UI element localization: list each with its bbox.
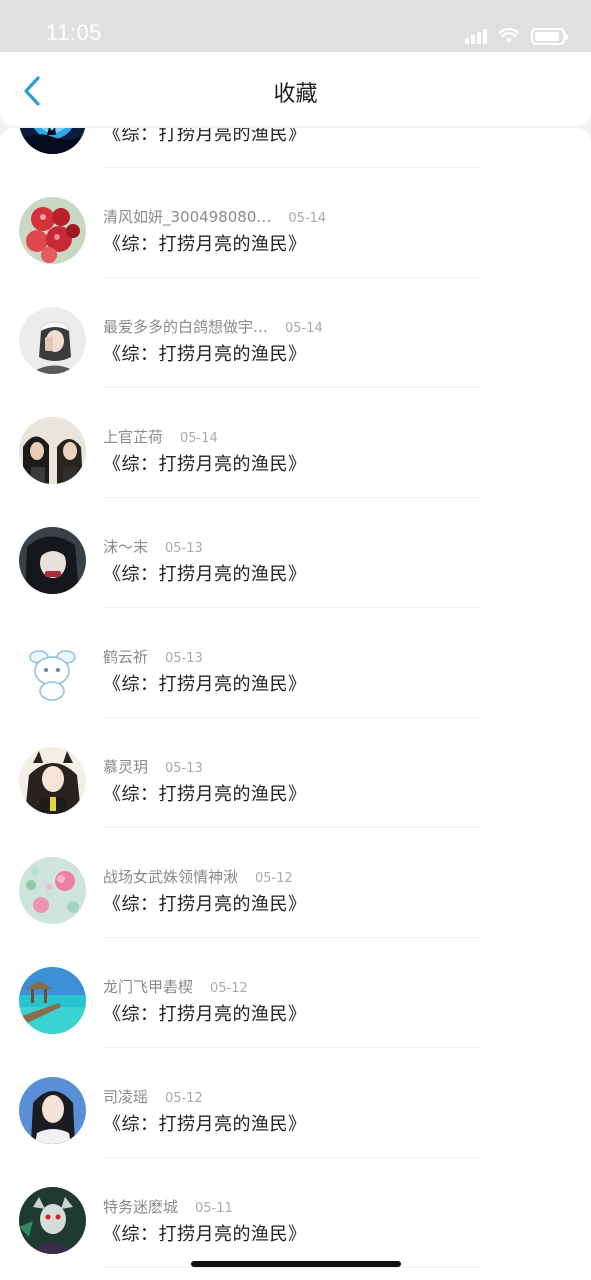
book-title[interactable]: 《综：打捞月亮的渔民》 — [103, 890, 307, 916]
list-item[interactable]: 司凌瑶 05-12 《综：打捞月亮的渔民》 — [0, 1048, 591, 1158]
page-title: 收藏 — [273, 82, 318, 107]
item-date: 05-13 — [165, 761, 203, 776]
book-title[interactable]: 《综：打捞月亮的渔民》 — [103, 1000, 307, 1026]
author-name[interactable]: 上官芷荷 — [103, 426, 163, 447]
book-title[interactable]: 《综：打捞月亮的渔民》 — [103, 128, 307, 146]
wifi-icon — [499, 28, 519, 43]
item-date: 05-13 — [165, 651, 203, 666]
item-meta: 慕灵玥 05-13 — [103, 756, 203, 777]
item-meta: 司凌瑶 05-12 — [103, 1086, 203, 1107]
item-date: 05-12 — [165, 1091, 203, 1106]
list-item[interactable]: 特务迷麽城 05-11 《综：打捞月亮的渔民》 — [0, 1158, 591, 1268]
book-title[interactable]: 《综：打捞月亮的渔民》 — [103, 230, 307, 256]
beach-pier-avatar[interactable] — [19, 967, 86, 1034]
author-name[interactable]: 司凌瑶 — [103, 1086, 148, 1107]
list-item[interactable]: 上官芷荷 05-14 《综：打捞月亮的渔民》 — [0, 388, 591, 498]
item-meta: 龙门飞甲砉楔 05-12 — [103, 976, 248, 997]
item-meta: 沫～末 05-13 — [103, 536, 203, 557]
home-indicator — [191, 1261, 401, 1267]
cartoon-bunny-avatar[interactable] — [19, 637, 86, 704]
status-icons — [465, 26, 568, 46]
item-date: 05-12 — [210, 981, 248, 996]
book-title[interactable]: 《综：打捞月亮的渔民》 — [103, 1110, 307, 1136]
author-name[interactable]: 沫～末 — [103, 536, 148, 557]
author-name[interactable]: 鹤云祈 — [103, 646, 148, 667]
girl-selfie-avatar[interactable] — [19, 307, 86, 374]
item-meta: 最爱多多的白鸽想做宇… 05-14 — [103, 316, 323, 337]
author-name[interactable]: 慕灵玥 — [103, 756, 148, 777]
item-meta: 战场女武姝领情神湫 05-12 — [103, 866, 293, 887]
item-date: 05-14 — [288, 211, 327, 226]
list-item[interactable]: 龙门飞甲砉楔 05-12 《综：打捞月亮的渔民》 — [0, 938, 591, 1048]
book-title[interactable]: 《综：打捞月亮的渔民》 — [103, 450, 307, 476]
woman-portrait-avatar[interactable] — [19, 1077, 86, 1144]
moon-night-avatar[interactable] — [19, 128, 86, 154]
list-item[interactable]: 鹤云祈 05-13 《综：打捞月亮的渔民》 — [0, 608, 591, 718]
item-date: 05-12 — [255, 871, 293, 886]
book-title[interactable]: 《综：打捞月亮的渔民》 — [103, 670, 307, 696]
author-name[interactable]: 龙门飞甲砉楔 — [103, 976, 193, 997]
author-name[interactable]: 战场女武姝领情神湫 — [103, 866, 238, 887]
battery-icon — [531, 27, 568, 45]
list-item[interactable]: 清风如妍_300498080… 05-14 《综：打捞月亮的渔民》 — [0, 168, 591, 278]
book-title[interactable]: 《综：打捞月亮的渔民》 — [103, 340, 307, 366]
list-item[interactable]: 战场女武姝领情神湫 05-12 《综：打捞月亮的渔民》 — [0, 828, 591, 938]
cellular-signal-icon — [465, 28, 487, 44]
item-date: 05-13 — [165, 541, 203, 556]
item-date: 05-11 — [195, 1201, 233, 1216]
item-meta: 鹤云祈 05-13 — [103, 646, 203, 667]
list-scroll: 《综：打捞月亮的渔民》 清风如妍_300498080… 05-14 《综：打捞月… — [0, 128, 591, 1268]
red-berries-avatar[interactable] — [19, 197, 86, 264]
item-meta: 清风如妍_300498080… 05-14 — [103, 206, 326, 227]
book-title[interactable]: 《综：打捞月亮的渔民》 — [103, 1220, 307, 1246]
list-item[interactable]: 沫～末 05-13 《综：打捞月亮的渔民》 — [0, 498, 591, 608]
anime-girl-avatar[interactable] — [19, 747, 86, 814]
status-bar: 11:05 — [0, 0, 591, 52]
book-title[interactable]: 《综：打捞月亮的渔民》 — [103, 560, 307, 586]
two-people-avatar[interactable] — [19, 417, 86, 484]
list-item[interactable]: 慕灵玥 05-13 《综：打捞月亮的渔民》 — [0, 718, 591, 828]
status-time: 11:05 — [46, 20, 102, 45]
game-character-avatar[interactable] — [19, 1187, 86, 1254]
screen: 11:05 收藏 《综：打捞月亮的渔民》 清风如妍_300498080… 05-… — [0, 0, 591, 1280]
divider — [103, 1267, 481, 1268]
item-meta: 上官芷荷 05-14 — [103, 426, 218, 447]
item-meta: 特务迷麽城 05-11 — [103, 1196, 233, 1217]
author-name[interactable]: 特务迷麽城 — [103, 1196, 178, 1217]
pink-flowers-avatar[interactable] — [19, 857, 86, 924]
book-title[interactable]: 《综：打捞月亮的渔民》 — [103, 780, 307, 806]
nav-bar: 收藏 — [0, 52, 591, 126]
list-item[interactable]: 《综：打捞月亮的渔民》 — [0, 128, 591, 168]
favorites-list: 《综：打捞月亮的渔民》 清风如妍_300498080… 05-14 《综：打捞月… — [0, 128, 591, 1280]
item-date: 05-14 — [180, 431, 218, 446]
author-name[interactable]: 最爱多多的白鸽想做宇… — [103, 316, 268, 337]
list-item[interactable]: 最爱多多的白鸽想做宇… 05-14 《综：打捞月亮的渔民》 — [0, 278, 591, 388]
dark-girl-avatar[interactable] — [19, 527, 86, 594]
item-date: 05-14 — [285, 321, 323, 336]
author-name[interactable]: 清风如妍_300498080… — [103, 206, 271, 227]
